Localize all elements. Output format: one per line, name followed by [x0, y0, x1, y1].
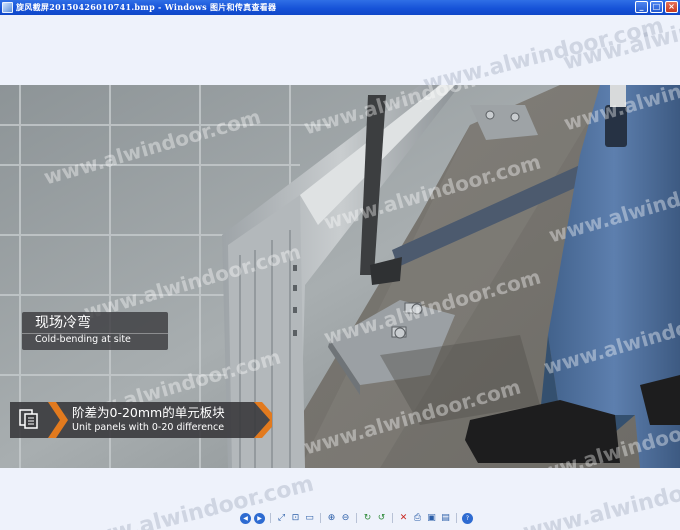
save-icon[interactable]: ▣ — [426, 513, 437, 524]
maximize-button[interactable]: □ — [650, 1, 663, 13]
help-icon[interactable]: ? — [462, 512, 473, 524]
best-fit-icon[interactable]: ⤢ — [276, 513, 287, 524]
actual-size-icon[interactable]: ⊡ — [290, 513, 301, 524]
toolbar-separator — [456, 513, 457, 523]
window-controls: _ □ × — [635, 1, 678, 13]
background-watermark: www.alwindoor.com — [520, 461, 680, 530]
zoom-out-icon[interactable]: ⊖ — [340, 513, 351, 524]
open-icon[interactable]: ▤ — [440, 513, 451, 524]
toolbar-separator — [270, 513, 271, 523]
caption-english: Cold-bending at site — [35, 334, 131, 345]
delete-icon[interactable]: ✕ — [398, 513, 409, 524]
rotate-clockwise-icon[interactable]: ↻ — [362, 513, 373, 524]
info-banner: 阶差为0-20mm的单元板块 Unit panels with 0-20 dif… — [10, 402, 272, 438]
print-icon[interactable]: ⎙ — [412, 513, 423, 524]
panels-icon — [18, 408, 40, 430]
caption-box: 现场冷弯 Cold-bending at site — [22, 312, 168, 350]
viewer-client-area: www.alwindoor.com www.alwindoor.com www.… — [0, 0, 680, 530]
window-title: 旋风截屏20150426010741.bmp - Windows 图片和传真查看… — [16, 2, 277, 12]
minimize-button[interactable]: _ — [635, 1, 648, 13]
toolbar-separator — [356, 513, 357, 523]
next-image-icon[interactable]: ▶ — [254, 512, 265, 524]
zoom-in-icon[interactable]: ⊕ — [326, 513, 337, 524]
title-bar[interactable]: 旋风截屏20150426010741.bmp - Windows 图片和传真查看… — [0, 0, 680, 15]
toolbar-separator — [320, 513, 321, 523]
viewer-toolbar: ◀ ▶ ⤢ ⊡ ▭ ⊕ ⊖ ↻ ↺ ✕ ⎙ ▣ ▤ ? — [240, 511, 473, 525]
toolbar-separator — [392, 513, 393, 523]
prev-image-icon[interactable]: ◀ — [240, 512, 251, 524]
app-icon — [2, 2, 13, 13]
caption-chinese: 现场冷弯 — [35, 315, 91, 331]
slideshow-icon[interactable]: ▭ — [304, 513, 315, 524]
rotate-counterclockwise-icon[interactable]: ↺ — [376, 513, 387, 524]
banner-english: Unit panels with 0-20 difference — [72, 422, 225, 433]
close-button[interactable]: × — [665, 1, 678, 13]
banner-chinese: 阶差为0-20mm的单元板块 — [72, 405, 225, 420]
